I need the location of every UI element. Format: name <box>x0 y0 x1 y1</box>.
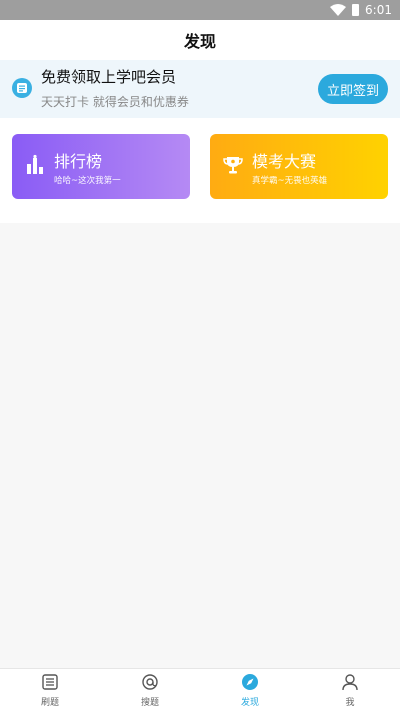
mock-exam-subtitle: 真学霸~无畏也英雄 <box>252 176 328 186</box>
tab-practice[interactable]: 刷题 <box>0 669 100 710</box>
ranking-card[interactable]: 排行榜 哈哈~这次我第一 <box>12 134 190 199</box>
person-icon <box>342 674 358 691</box>
at-search-icon <box>142 674 158 690</box>
ticket-icon <box>12 78 32 98</box>
tab-me[interactable]: 我 <box>300 669 400 710</box>
list-icon <box>42 674 58 690</box>
page-title: 发现 <box>183 32 216 51</box>
compass-icon <box>242 674 258 690</box>
ranking-title: 排行榜 <box>54 152 103 171</box>
status-right: 6:01 <box>330 2 392 18</box>
bar-chart-icon <box>27 154 43 174</box>
ranking-subtitle: 哈哈~这次我第一 <box>54 176 121 186</box>
banner-subtitle: 天天打卡 就得会员和优惠券 <box>41 95 189 109</box>
tab-label: 刷题 <box>40 698 59 708</box>
page-header: 发现 <box>0 20 400 60</box>
status-time: 6:01 <box>365 3 392 17</box>
tab-discover[interactable]: 发现 <box>200 669 300 710</box>
checkin-button[interactable]: 立即签到 <box>318 74 388 104</box>
tab-label: 搜题 <box>140 698 159 708</box>
wifi-icon <box>330 4 347 16</box>
status-bar: 6:01 <box>0 0 400 20</box>
banner-title: 免费领取上学吧会员 <box>41 68 177 86</box>
mock-exam-card[interactable]: 模考大赛 真学霸~无畏也英雄 <box>210 134 388 199</box>
tab-label: 我 <box>345 698 355 708</box>
trophy-icon <box>223 157 243 174</box>
mock-exam-title: 模考大赛 <box>252 152 317 171</box>
bottom-tab-bar: 刷题 搜题 发现 我 <box>0 668 400 710</box>
tab-label: 发现 <box>240 698 259 708</box>
battery-icon <box>352 4 360 16</box>
tab-search[interactable]: 搜题 <box>100 669 200 710</box>
